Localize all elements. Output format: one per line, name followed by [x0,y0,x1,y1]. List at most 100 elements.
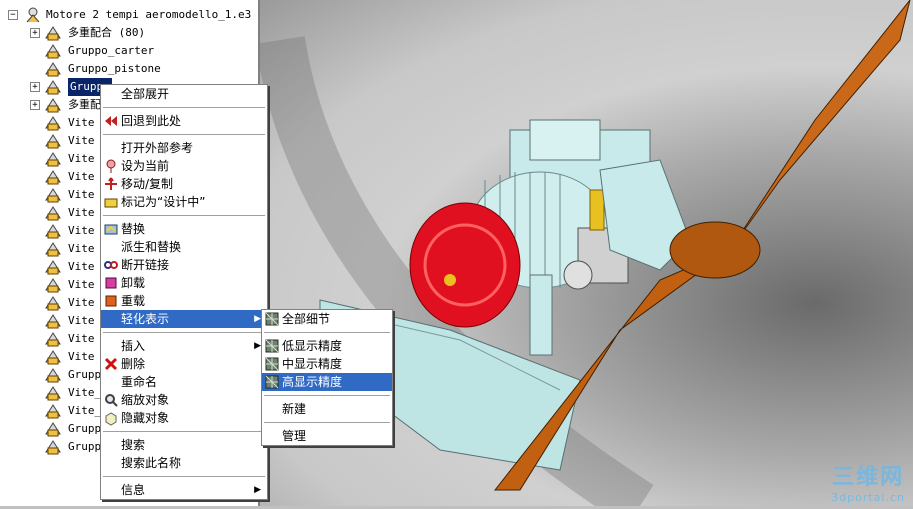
part-icon [45,188,61,203]
menu-separator [103,476,265,477]
menu-item[interactable]: 高显示精度 [262,373,392,391]
menu-item[interactable]: 全部展开 [101,85,267,103]
menu-separator [103,332,265,333]
expand-icon[interactable]: + [30,28,40,38]
tree-item-label: Vite_ [68,404,102,417]
reload-icon [105,295,117,307]
menu-item-label: 设为当前 [121,159,170,173]
tree-item-label: Vite [68,188,95,201]
watermark-text: 三维网 [832,465,905,490]
part-icon [45,440,61,455]
menu-item-label: 隐藏对象 [121,411,170,425]
expand-icon[interactable]: + [30,82,40,92]
menu-item-label: 低显示精度 [282,339,343,353]
tree-item-label: Grupp [68,440,102,453]
tree-item-label: Vite [68,350,95,363]
part-icon [45,404,61,419]
menu-item[interactable]: 管理 [262,427,392,445]
zoom-object-icon [105,394,118,407]
menu-item[interactable]: 信息 ▶ [101,481,267,499]
menu-item[interactable]: 低显示精度 [262,337,392,355]
part-icon [45,116,61,131]
part-icon [45,170,61,185]
menu-item-label: 信息 [121,483,146,497]
collapse-icon[interactable]: − [8,10,18,20]
menu-item[interactable]: 派生和替换 [101,238,267,256]
part-icon [45,206,61,221]
menu-item[interactable]: 断开链接 [101,256,267,274]
tree-item-label: Grupp [68,368,102,381]
expand-icon[interactable]: + [30,100,40,110]
menu-item[interactable]: 轻化表示 ▶ [101,310,267,328]
menu-item[interactable]: 卸载 [101,274,267,292]
menu-item[interactable]: 重命名 [101,373,267,391]
menu-item-label: 高显示精度 [282,375,343,389]
menu-item-label: 新建 [282,402,307,416]
tree-item-label: Vite [68,170,95,183]
mesh-icon [265,312,279,326]
tree-item-label: 多重配合 (80) [68,26,146,39]
menu-item-label: 管理 [282,429,307,443]
tree-item-label: Vite [68,242,95,255]
menu-item-label: 全部展开 [121,87,170,101]
tree-item-label: Vite [68,206,95,219]
watermark: 三维网 3dportal.cn [831,459,905,504]
menu-separator [264,395,390,396]
unload-icon [105,277,117,289]
menu-item-label: 回退到此处 [121,114,182,128]
menu-item-label: 断开链接 [121,258,170,272]
menu-item[interactable]: 删除 [101,355,267,373]
tree-item-label: Gruppo_pistone [68,62,161,75]
part-icon [45,98,61,113]
menu-item-label: 重载 [121,294,146,308]
menu-item-label: 全部细节 [282,312,331,326]
tree-item-label: Vite [68,152,95,165]
tree-item-label: Vite [68,116,95,129]
menu-item[interactable]: 标记为“设计中” [101,193,267,211]
rewind-icon [105,116,117,126]
tree-item-label: Vite [68,314,95,327]
menu-item[interactable]: 中显示精度 [262,355,392,373]
submenu-arrow-icon: ▶ [254,485,261,495]
mesh-icon [265,339,279,353]
part-icon [45,260,61,275]
tree-item-label: Vite [68,260,95,273]
tree-item-label: Grupp [68,422,102,435]
assembly-icon [26,7,40,23]
pin-icon [106,159,116,173]
tree-item-label: Gruppo_carter [68,44,155,57]
menu-item[interactable]: 全部细节 [262,310,392,328]
menu-item-label: 缩放对象 [121,393,170,407]
menu-item[interactable]: 设为当前 [101,157,267,175]
menu-item[interactable]: 隐藏对象 [101,409,267,427]
replace-icon [104,224,118,235]
mesh-icon [265,357,279,371]
part-icon [45,152,61,167]
menu-item[interactable]: 回退到此处 [101,112,267,130]
menu-item-label: 移动/复制 [121,177,174,191]
menu-item-label: 搜索 [121,438,146,452]
menu-item[interactable]: 重载 [101,292,267,310]
tree-item-label: Vite [68,332,95,345]
menu-item[interactable]: 新建 [262,400,392,418]
menu-item[interactable]: 搜索 [101,436,267,454]
menu-item[interactable]: 移动/复制 [101,175,267,193]
menu-item[interactable]: 搜索此名称 [101,454,267,472]
lightweight-submenu: 全部细节低显示精度中显示精度高显示精度新建管理 [261,309,393,446]
part-icon [45,314,61,329]
submenu-arrow-icon: ▶ [254,314,261,324]
move-copy-icon [105,177,117,190]
menu-separator [264,332,390,333]
menu-item-label: 标记为“设计中” [121,195,206,209]
menu-item-label: 卸载 [121,276,146,290]
menu-item[interactable]: 缩放对象 [101,391,267,409]
design-mark-icon [104,198,118,208]
part-icon [45,332,61,347]
part-icon [45,80,61,95]
menu-item[interactable]: 打开外部参考 [101,139,267,157]
menu-item[interactable]: 替换 [101,220,267,238]
delete-icon [104,357,118,371]
part-icon [45,422,61,437]
menu-item[interactable]: 插入 ▶ [101,337,267,355]
tree-item-label: Vite [68,296,95,309]
